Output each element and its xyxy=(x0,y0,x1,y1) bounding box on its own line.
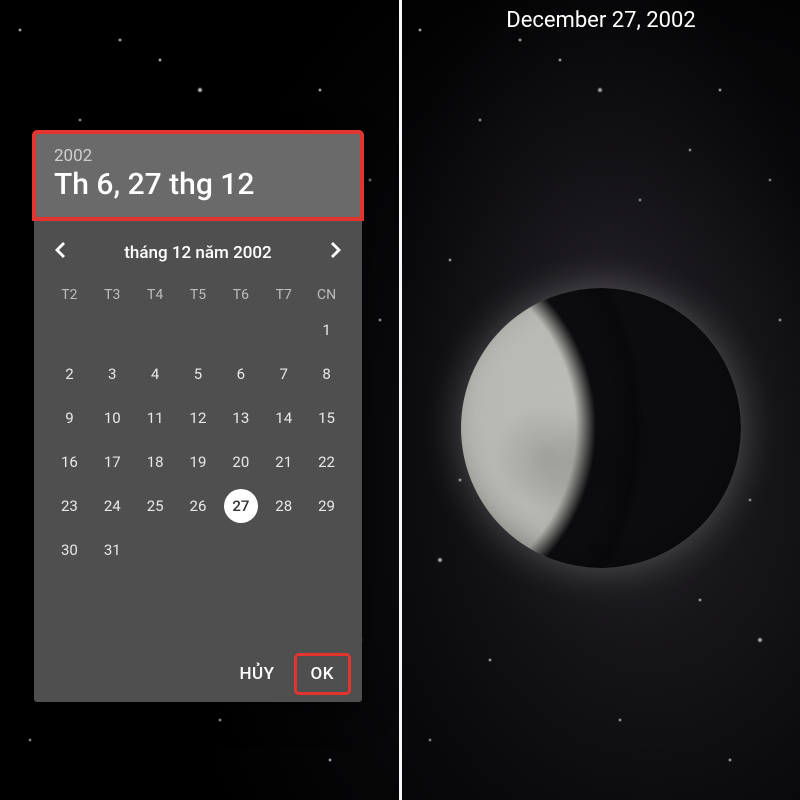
calendar-day-cell[interactable]: 30 xyxy=(48,531,91,569)
moon-terminator xyxy=(461,288,741,568)
dow-label: T3 xyxy=(91,281,134,309)
calendar-day-cell[interactable]: 8 xyxy=(305,355,348,393)
calendar-day-cell[interactable]: 20 xyxy=(219,443,262,481)
month-year-label: tháng 12 năm 2002 xyxy=(124,243,271,263)
calendar-day-cell[interactable]: 10 xyxy=(91,399,134,437)
calendar-day-cell[interactable]: 22 xyxy=(305,443,348,481)
calendar-empty-cell xyxy=(134,311,177,349)
calendar-day-cell[interactable]: 28 xyxy=(262,487,305,525)
calendar-day-cell[interactable]: 16 xyxy=(48,443,91,481)
left-panel: 2002 Th 6, 27 thg 12 tháng 12 năm 2002 T… xyxy=(0,0,399,800)
calendar-day-cell[interactable]: 21 xyxy=(262,443,305,481)
moon-disc xyxy=(461,288,741,568)
calendar-day-cell[interactable]: 15 xyxy=(305,399,348,437)
calendar-day-cell[interactable]: 14 xyxy=(262,399,305,437)
date-picker-header[interactable]: 2002 Th 6, 27 thg 12 xyxy=(34,132,362,219)
calendar-day-cell[interactable]: 31 xyxy=(91,531,134,569)
calendar-day-cell[interactable]: 24 xyxy=(91,487,134,525)
calendar-empty-cell xyxy=(48,311,91,349)
picker-year-label[interactable]: 2002 xyxy=(54,146,342,166)
calendar-empty-cell xyxy=(91,311,134,349)
dow-label: T7 xyxy=(262,281,305,309)
calendar-day-cell[interactable]: 9 xyxy=(48,399,91,437)
dow-label: T4 xyxy=(134,281,177,309)
calendar-grid: 1234567891011121314151617181920212223242… xyxy=(34,311,362,569)
calendar-day-cell[interactable]: 26 xyxy=(177,487,220,525)
chevron-left-icon xyxy=(55,242,65,263)
dow-label: T6 xyxy=(219,281,262,309)
chevron-right-icon xyxy=(331,242,341,263)
prev-month-button[interactable] xyxy=(48,241,72,265)
screenshot-stage: 2002 Th 6, 27 thg 12 tháng 12 năm 2002 T… xyxy=(0,0,800,800)
calendar-day-cell[interactable]: 11 xyxy=(134,399,177,437)
dow-label: T5 xyxy=(177,281,220,309)
dialog-actions: HỦY OK xyxy=(225,656,348,692)
calendar-day-cell[interactable]: 12 xyxy=(177,399,220,437)
calendar-day-cell[interactable]: 18 xyxy=(134,443,177,481)
ok-button[interactable]: OK xyxy=(297,656,348,692)
calendar-day-cell[interactable]: 23 xyxy=(48,487,91,525)
calendar-day-cell[interactable]: 3 xyxy=(91,355,134,393)
calendar-empty-cell xyxy=(262,311,305,349)
calendar-day-cell[interactable]: 13 xyxy=(219,399,262,437)
calendar-day-cell[interactable]: 19 xyxy=(177,443,220,481)
next-month-button[interactable] xyxy=(324,241,348,265)
calendar-day-cell[interactable]: 6 xyxy=(219,355,262,393)
right-panel: December 27, 2002 xyxy=(402,0,800,800)
moon-date-label: December 27, 2002 xyxy=(402,8,800,33)
calendar-day-cell[interactable]: 29 xyxy=(305,487,348,525)
calendar-empty-cell xyxy=(219,311,262,349)
calendar-day-cell[interactable]: 4 xyxy=(134,355,177,393)
dow-label: T2 xyxy=(48,281,91,309)
calendar-empty-cell xyxy=(177,311,220,349)
calendar-day-cell[interactable]: 2 xyxy=(48,355,91,393)
cancel-button[interactable]: HỦY xyxy=(225,656,288,692)
calendar-day-cell[interactable]: 27 xyxy=(224,489,258,523)
date-picker-dialog: 2002 Th 6, 27 thg 12 tháng 12 năm 2002 T… xyxy=(34,132,362,702)
moon-phase-graphic xyxy=(461,288,741,568)
calendar-day-cell[interactable]: 17 xyxy=(91,443,134,481)
calendar-day-cell[interactable]: 1 xyxy=(305,311,348,349)
calendar-day-cell[interactable]: 7 xyxy=(262,355,305,393)
picker-selected-date[interactable]: Th 6, 27 thg 12 xyxy=(54,168,342,203)
calendar-day-cell[interactable]: 5 xyxy=(177,355,220,393)
calendar-day-cell[interactable]: 25 xyxy=(134,487,177,525)
month-navigation: tháng 12 năm 2002 xyxy=(34,219,362,275)
day-of-week-row: T2T3T4T5T6T7CN xyxy=(34,275,362,311)
dow-label: CN xyxy=(305,281,348,309)
